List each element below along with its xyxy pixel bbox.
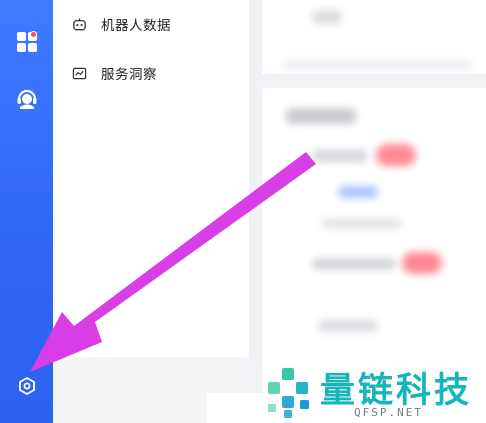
menu-item-label: 服务洞察 xyxy=(101,67,157,83)
blurred-placeholder xyxy=(322,218,402,228)
content-header-card xyxy=(262,0,486,74)
robot-icon xyxy=(71,16,87,32)
blurred-placeholder xyxy=(312,150,368,162)
blurred-placeholder xyxy=(318,320,378,332)
menu-item-label: 机器人数据 xyxy=(101,18,171,34)
insight-chart-icon xyxy=(71,65,87,81)
blurred-placeholder xyxy=(286,108,356,124)
settings-gear-icon[interactable] xyxy=(0,366,53,406)
secondary-menu: 机器人数据 服务洞察 xyxy=(53,0,249,357)
blurred-placeholder xyxy=(282,60,472,70)
customer-service-icon[interactable] xyxy=(0,79,53,119)
blurred-status-tag xyxy=(376,144,416,166)
menu-item-service-insight[interactable]: 服务洞察 xyxy=(53,53,249,93)
blurred-placeholder xyxy=(312,258,396,270)
blurred-status-tag xyxy=(402,252,442,274)
watermark-domain: QFSP.NET xyxy=(354,406,423,419)
menu-item-robot-data[interactable]: 机器人数据 xyxy=(53,4,249,44)
notification-dot xyxy=(30,31,37,38)
apps-grid-icon[interactable] xyxy=(0,22,53,62)
blurred-link xyxy=(338,186,378,198)
icon-rail xyxy=(0,0,53,423)
menu-footer-strip xyxy=(207,393,262,423)
watermark: 量链科技 QFSP.NET xyxy=(262,360,486,423)
watermark-logo-icon xyxy=(268,368,309,418)
blurred-placeholder xyxy=(312,10,342,24)
